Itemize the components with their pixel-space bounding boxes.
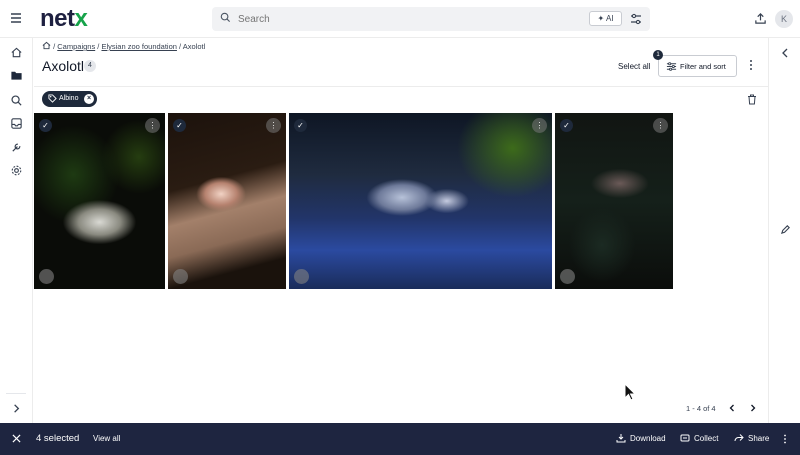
close-icon[interactable] [12, 434, 21, 443]
upload-icon[interactable] [754, 12, 767, 25]
chevron-right-icon[interactable] [748, 403, 758, 413]
page-title: Axolotl [42, 58, 85, 74]
wrench-icon[interactable] [10, 141, 23, 154]
ai-label: AI [605, 14, 614, 23]
hamburger-menu-icon[interactable] [8, 10, 24, 26]
home-icon[interactable] [10, 46, 23, 59]
right-panel-rail [768, 38, 800, 423]
download-icon [616, 434, 626, 443]
remove-filter-icon[interactable]: × [84, 94, 94, 104]
search-input[interactable] [238, 10, 578, 28]
item-count-badge: 4 [84, 60, 96, 72]
selected-check-icon[interactable]: ✓ [294, 119, 307, 132]
search-icon[interactable] [10, 94, 23, 107]
download-icon[interactable] [560, 269, 575, 284]
asset-more-icon[interactable]: ⋮ [532, 118, 547, 133]
selection-action-bar: 4 selected View all Download Collect Sha… [0, 423, 800, 455]
more-options-icon[interactable] [782, 434, 788, 444]
download-label: Download [630, 434, 666, 443]
sparkle-icon: ✦ [597, 14, 605, 23]
breadcrumb-link-elysian-zoo[interactable]: Elysian zoo foundation [101, 42, 176, 51]
inbox-icon[interactable] [10, 117, 23, 130]
share-icon [734, 434, 744, 442]
chevron-left-icon[interactable] [727, 403, 737, 413]
pagination-label: 1 - 4 of 4 [686, 404, 716, 413]
collect-icon [680, 434, 690, 442]
divider [34, 86, 768, 87]
download-icon[interactable] [173, 269, 188, 284]
filter-chip-label: Albino [59, 95, 79, 102]
sliders-icon [666, 62, 677, 71]
folder-icon[interactable] [10, 69, 23, 82]
mouse-cursor-icon [624, 383, 636, 401]
tag-icon [48, 94, 57, 103]
avatar[interactable]: K [775, 10, 793, 28]
filter-and-sort-label: Filter and sort [680, 62, 726, 71]
chevron-left-icon[interactable] [779, 47, 791, 59]
edit-pencil-icon[interactable] [780, 224, 791, 235]
download-icon[interactable] [39, 269, 54, 284]
asset-tile[interactable]: ✓ ⋮ [289, 113, 552, 289]
home-icon[interactable] [42, 41, 51, 50]
ai-search-button[interactable]: ✦ AI [589, 11, 622, 26]
asset-tile[interactable]: ✓ ⋮ [168, 113, 286, 289]
left-nav-rail [0, 38, 33, 423]
asset-tile[interactable]: ✓ ⋮ [555, 113, 673, 289]
more-options-icon[interactable] [748, 59, 754, 71]
active-filter-count-badge: 1 [653, 50, 663, 60]
selected-check-icon[interactable]: ✓ [560, 119, 573, 132]
chevron-right-icon[interactable] [10, 402, 23, 415]
selected-check-icon[interactable]: ✓ [173, 119, 186, 132]
selected-check-icon[interactable]: ✓ [39, 119, 52, 132]
asset-more-icon[interactable]: ⋮ [653, 118, 668, 133]
view-all-button[interactable]: View all [93, 434, 120, 443]
search-options-icon[interactable] [628, 11, 644, 27]
selected-count: 4 selected [36, 433, 80, 444]
rail-divider [6, 393, 26, 394]
logo[interactable]: netx [40, 6, 88, 32]
top-bar: netx ✦ AI K [0, 0, 800, 38]
search-bar[interactable] [212, 7, 650, 31]
settings-icon[interactable] [10, 164, 23, 177]
filter-chip-albino[interactable]: Albino × [42, 91, 97, 107]
search-icon [220, 12, 231, 23]
select-all-button[interactable]: Select all [618, 62, 650, 71]
collect-label: Collect [694, 434, 719, 443]
asset-more-icon[interactable]: ⋮ [266, 118, 281, 133]
asset-tile[interactable]: ✓ ⋮ [34, 113, 165, 289]
share-label: Share [748, 434, 770, 443]
trash-icon[interactable] [747, 94, 757, 105]
breadcrumb-link-campaigns[interactable]: Campaigns [57, 42, 95, 51]
download-icon[interactable] [294, 269, 309, 284]
breadcrumb: / Campaigns / Elysian zoo foundation / A… [42, 41, 205, 51]
breadcrumb-current: Axolotl [182, 42, 206, 51]
asset-more-icon[interactable]: ⋮ [145, 118, 160, 133]
filter-and-sort-button[interactable]: Filter and sort [658, 55, 737, 77]
